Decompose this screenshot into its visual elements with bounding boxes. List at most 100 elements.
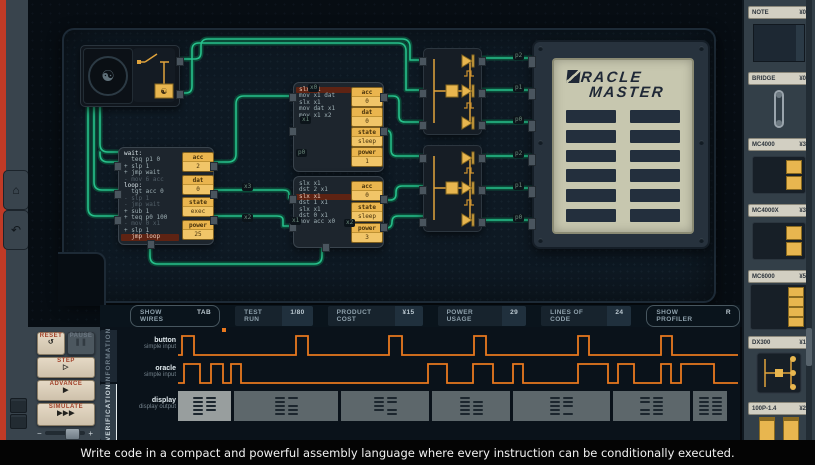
wire-label-p0: p0 (513, 214, 524, 222)
register-state: statesleep (351, 202, 383, 222)
signal-label-oracle: oraclesimple input (120, 365, 176, 378)
pin (419, 57, 427, 66)
pin (478, 154, 486, 163)
mc6000-left-block[interactable]: wait: teq p1 0+ slp 1+ jmp wait- mov 6 a… (118, 147, 214, 245)
mc4000x-mid-bottom-block[interactable]: slx x1dst 2 x1slx x1dst 1 x1slx x1dst 0 … (293, 176, 384, 248)
display-output-strip (178, 391, 738, 421)
pin (322, 243, 330, 252)
sidebar-item-dx300[interactable]: DX300¥1 (748, 336, 810, 396)
display-state-block (432, 391, 510, 421)
sidebar-item-mc4000x[interactable]: MC4000X¥3 (748, 204, 810, 264)
toolbar-show-wires[interactable]: SHOW WIRESTAB (130, 305, 220, 327)
pin (528, 120, 536, 132)
sidebar-scrollbar[interactable] (806, 0, 812, 440)
pin (289, 127, 297, 136)
code-editor[interactable]: slx x1mov x1 datslx x1mov dat x1mov x1 x… (296, 87, 351, 119)
pin (528, 218, 536, 230)
minus-icon[interactable]: − (37, 429, 42, 438)
pin (528, 186, 536, 198)
toolbar-lines-of-code: LINES OF CODE24 (541, 306, 631, 326)
toolbar-test-run: TEST RUN1/80 (235, 306, 313, 326)
sidebar-item-100p-1.4[interactable]: 100P-1.4¥2 (748, 402, 810, 440)
simulate-button[interactable]: SIMULATE▶▶▶ (37, 403, 95, 426)
verification-panel: INFORMATION VERIFICATION buttonsimple in… (100, 327, 740, 440)
caption-text: Write code in a compact and powerful ass… (80, 446, 734, 460)
plus-icon[interactable]: + (88, 429, 93, 438)
pin (419, 186, 427, 195)
button-schematic: ☯ (133, 48, 175, 102)
wire-label-x2: x2 (242, 214, 253, 222)
pause-button[interactable]: PAUSE❚❚ (67, 332, 95, 355)
pin (528, 88, 536, 100)
oracle-segment (566, 189, 616, 202)
mc6000-mid-top-block[interactable]: slx x1mov x1 datslx x1mov dat x1mov x1 x… (293, 82, 384, 172)
advance-button[interactable]: ADVANCE▶ (37, 380, 95, 401)
pin (114, 190, 122, 199)
oracle-segment (566, 150, 616, 163)
oracle-segment (630, 110, 680, 123)
pin (478, 186, 486, 195)
pin (289, 195, 297, 204)
button-face: ☯ (83, 48, 133, 104)
code-editor[interactable]: wait: teq p1 0+ slp 1+ jmp wait- mov 6 a… (121, 151, 179, 241)
code-editor[interactable]: slx x1dst 2 x1slx x1dst 1 x1slx x1dst 0 … (296, 181, 351, 226)
toolbar-show-profiler[interactable]: SHOW PROFILERR (646, 305, 740, 327)
slider-knob[interactable] (65, 428, 80, 440)
home-button[interactable]: ⌂ (3, 170, 29, 210)
dx300-bottom-chip[interactable] (423, 145, 482, 232)
pin (380, 93, 388, 102)
tab-information[interactable]: INFORMATION (100, 330, 117, 382)
oracle-master-device[interactable]: RACLE MASTER (532, 40, 710, 249)
register-state: statesleep (351, 127, 383, 147)
rail-widget-bottom[interactable] (10, 414, 27, 429)
bridge-thumbnail (748, 85, 810, 132)
display-state-block (178, 391, 231, 421)
code-line: mov acc x0 (296, 219, 351, 225)
wire-label-x1: x1 (290, 217, 301, 225)
pin (380, 195, 388, 204)
oracle-segment (630, 209, 680, 222)
sidebar-item-mc4000[interactable]: MC4000¥3 (748, 138, 810, 198)
oracle-segment (566, 169, 616, 182)
dip-thumbnail (748, 415, 810, 440)
wire-label-x0: x0 (308, 84, 319, 92)
toolbar-product-cost: PRODUCT COST¥15 (328, 306, 423, 326)
register-acc: acc0 (351, 87, 383, 107)
wire-label-p0: p0 (513, 116, 524, 124)
wire-label-p2: p2 (513, 52, 524, 60)
button-input-component[interactable]: ☯ ☯ (80, 45, 180, 107)
sidebar-item-note[interactable]: NOTE¥0 (748, 6, 810, 66)
pin (289, 93, 297, 102)
oracle-segments (566, 110, 680, 222)
display-state-block (513, 391, 610, 421)
sidebar-item-bridge[interactable]: BRIDGE¥0 (748, 72, 810, 132)
signal-label-display: displaydisplay output (120, 397, 176, 410)
slider-track[interactable] (45, 431, 86, 435)
wire-label-p0: p0 (296, 149, 307, 157)
oracle-logo-icon (566, 70, 580, 83)
tab-verification[interactable]: VERIFICATION (100, 384, 117, 440)
sidebar-item-mc6000[interactable]: MC6000¥5 (748, 270, 810, 330)
signal-label-button: buttonsimple input (120, 337, 176, 350)
circuit-canvas[interactable]: ☯ ☯ wait: teq p1 0+ slp 1+ jmp wait- mov… (28, 0, 742, 327)
pin (114, 216, 122, 225)
register-column: acc0statesleeppower3 (351, 181, 383, 243)
button-waveform (178, 332, 738, 359)
register-dat: dat0 (351, 107, 383, 127)
reset-icon: ↺ (38, 339, 64, 348)
scrollbar-handle[interactable] (806, 328, 812, 366)
step-button[interactable]: STEP▷ (37, 357, 95, 378)
rail-widget-top[interactable] (10, 398, 27, 413)
speed-slider[interactable]: − + (37, 428, 93, 438)
pin (478, 57, 486, 66)
register-state: stateexec (182, 197, 214, 217)
undo-button[interactable]: ↶ (3, 210, 29, 250)
pin (114, 162, 122, 171)
reset-button[interactable]: RESET↺ (37, 332, 65, 355)
pin (419, 89, 427, 98)
component-sidebar[interactable]: NOTE¥0BRIDGE¥0MC4000¥3MC4000X¥3MC6000¥5D… (742, 0, 815, 440)
board-corner-cutout (58, 252, 106, 306)
oracle-segment (566, 130, 616, 143)
dx300-top-chip[interactable] (423, 48, 482, 135)
oracle-segment (630, 169, 680, 182)
